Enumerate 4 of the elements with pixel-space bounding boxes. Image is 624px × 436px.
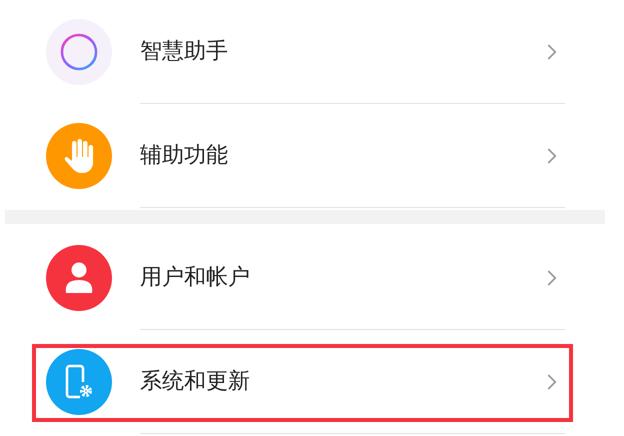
- item-label[interactable]: 系统和更新: [140, 365, 539, 398]
- item-label[interactable]: 辅助功能: [140, 139, 539, 172]
- item-label[interactable]: 智慧助手: [140, 35, 539, 68]
- item-label[interactable]: 用户和帐户: [140, 261, 539, 294]
